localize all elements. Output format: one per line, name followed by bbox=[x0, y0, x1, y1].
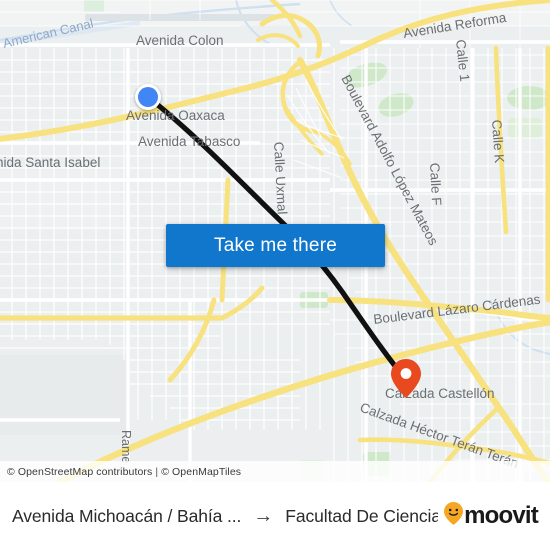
origin-marker[interactable] bbox=[135, 84, 161, 110]
moovit-pin-icon bbox=[444, 502, 464, 530]
moovit-route-preview: American Canal Avenida Colon Avenida Ref… bbox=[0, 0, 550, 550]
map-attribution: © OpenStreetMap contributors | © OpenMap… bbox=[0, 461, 550, 482]
map-label-calle-k: Calle K bbox=[489, 119, 507, 163]
map-label-avenida-santa-isabel: nida Santa Isabel bbox=[0, 155, 100, 170]
route-destination-label: Facultad De Ciencia... bbox=[285, 505, 439, 526]
take-me-there-button[interactable]: Take me there bbox=[166, 224, 385, 267]
map-label-ramirez: Rame bbox=[119, 430, 133, 463]
map-label-calle-f: Calle F bbox=[427, 162, 444, 205]
map-label-avenida-tabasco: Avenida Tabasco bbox=[138, 134, 240, 149]
destination-marker[interactable] bbox=[391, 359, 421, 398]
route-origin-label: Avenida Michoacán / Bahía ... bbox=[12, 505, 242, 526]
map-canvas[interactable]: American Canal Avenida Colon Avenida Ref… bbox=[0, 0, 550, 482]
attribution-openmaptiles[interactable]: © OpenMapTiles bbox=[161, 466, 241, 478]
map-label-avenida-oaxaca: Avenida Oaxaca bbox=[126, 108, 225, 123]
arrow-right-icon: → bbox=[253, 505, 274, 527]
moovit-logo[interactable]: moovit bbox=[444, 502, 539, 530]
map-label-avenida-colon: Avenida Colon bbox=[136, 33, 224, 48]
attribution-osm[interactable]: © OpenStreetMap contributors bbox=[7, 466, 152, 478]
moovit-wordmark: moovit bbox=[464, 502, 539, 529]
route-summary-bar: Avenida Michoacán / Bahía ... → Facultad… bbox=[0, 482, 550, 550]
origin-marker-dot bbox=[138, 87, 158, 107]
attribution-separator: | bbox=[155, 465, 159, 478]
